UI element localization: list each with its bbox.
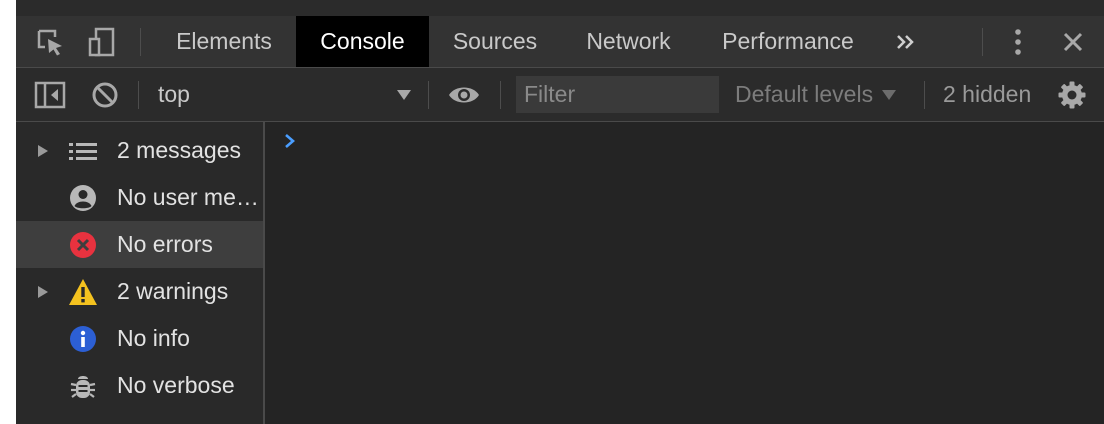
sidebar-toggle-icon[interactable] <box>32 68 68 121</box>
tab-performance[interactable]: Performance <box>704 16 872 67</box>
sidebar-item-messages[interactable]: 2 messages <box>16 127 263 174</box>
toolbar-divider <box>500 81 501 109</box>
chevron-down-icon[interactable] <box>392 68 416 121</box>
sidebar-item-errors[interactable]: No errors <box>16 221 263 268</box>
tab-network[interactable]: Network <box>561 16 696 67</box>
sidebar-item-label: No info <box>117 325 190 351</box>
levels-chevron-down-icon[interactable] <box>878 68 900 121</box>
sidebar-item-verbose[interactable]: No verbose <box>16 362 263 409</box>
bug-icon <box>68 371 98 401</box>
info-icon <box>68 324 98 354</box>
close-icon[interactable] <box>1054 16 1092 67</box>
warning-icon <box>68 277 98 307</box>
tab-console[interactable]: Console <box>296 16 429 67</box>
toolbar-divider <box>428 81 429 109</box>
list-icon <box>68 136 98 166</box>
sidebar-item-label: 2 warnings <box>117 278 229 304</box>
tab-sources[interactable]: Sources <box>429 16 561 67</box>
filter-input[interactable] <box>516 76 719 113</box>
gear-icon[interactable] <box>1054 68 1090 121</box>
devtools-top-edge <box>16 0 1104 17</box>
sidebar-item-label: No verbose <box>117 372 235 398</box>
log-levels-dropdown[interactable]: Default levels <box>735 68 873 121</box>
live-expression-eye-icon[interactable] <box>444 68 484 121</box>
device-toolbar-icon[interactable] <box>82 16 122 67</box>
console-prompt-chevron-icon <box>285 134 295 148</box>
sidebar-item-label: 2 messages <box>117 137 242 163</box>
toolbar-divider <box>924 81 925 109</box>
console-sidebar: 2 messages No user messages No errors <box>16 122 265 424</box>
console-toolbar: top Default levels 2 hidden <box>16 68 1104 122</box>
sidebar-item-warnings[interactable]: 2 warnings <box>16 268 263 315</box>
tab-elements[interactable]: Elements <box>158 16 290 67</box>
hidden-count: 2 hidden <box>943 81 1032 107</box>
toolbar-divider <box>982 28 983 56</box>
sidebar-item-label: No errors <box>117 231 213 257</box>
context-selector[interactable]: top <box>158 68 190 121</box>
sidebar-item-user-messages[interactable]: No user messages <box>16 174 263 221</box>
toolbar-divider <box>140 28 141 56</box>
kebab-menu-icon[interactable] <box>1001 16 1035 67</box>
devtools-panel: Elements Console Sources Network Perform… <box>16 0 1104 424</box>
expand-triangle-icon[interactable] <box>37 144 49 158</box>
inspect-element-icon[interactable] <box>30 16 70 67</box>
toolbar-divider <box>138 81 139 109</box>
user-icon <box>68 183 98 213</box>
sidebar-item-label: No user messages <box>117 184 263 210</box>
more-tabs-icon[interactable] <box>886 16 926 67</box>
error-icon <box>68 230 98 260</box>
devtools-tabbar: Elements Console Sources Network Perform… <box>16 16 1104 68</box>
clear-console-icon[interactable] <box>87 68 123 121</box>
console-output-area[interactable] <box>265 122 1104 424</box>
sidebar-item-info[interactable]: No info <box>16 315 263 362</box>
expand-triangle-icon[interactable] <box>37 285 49 299</box>
